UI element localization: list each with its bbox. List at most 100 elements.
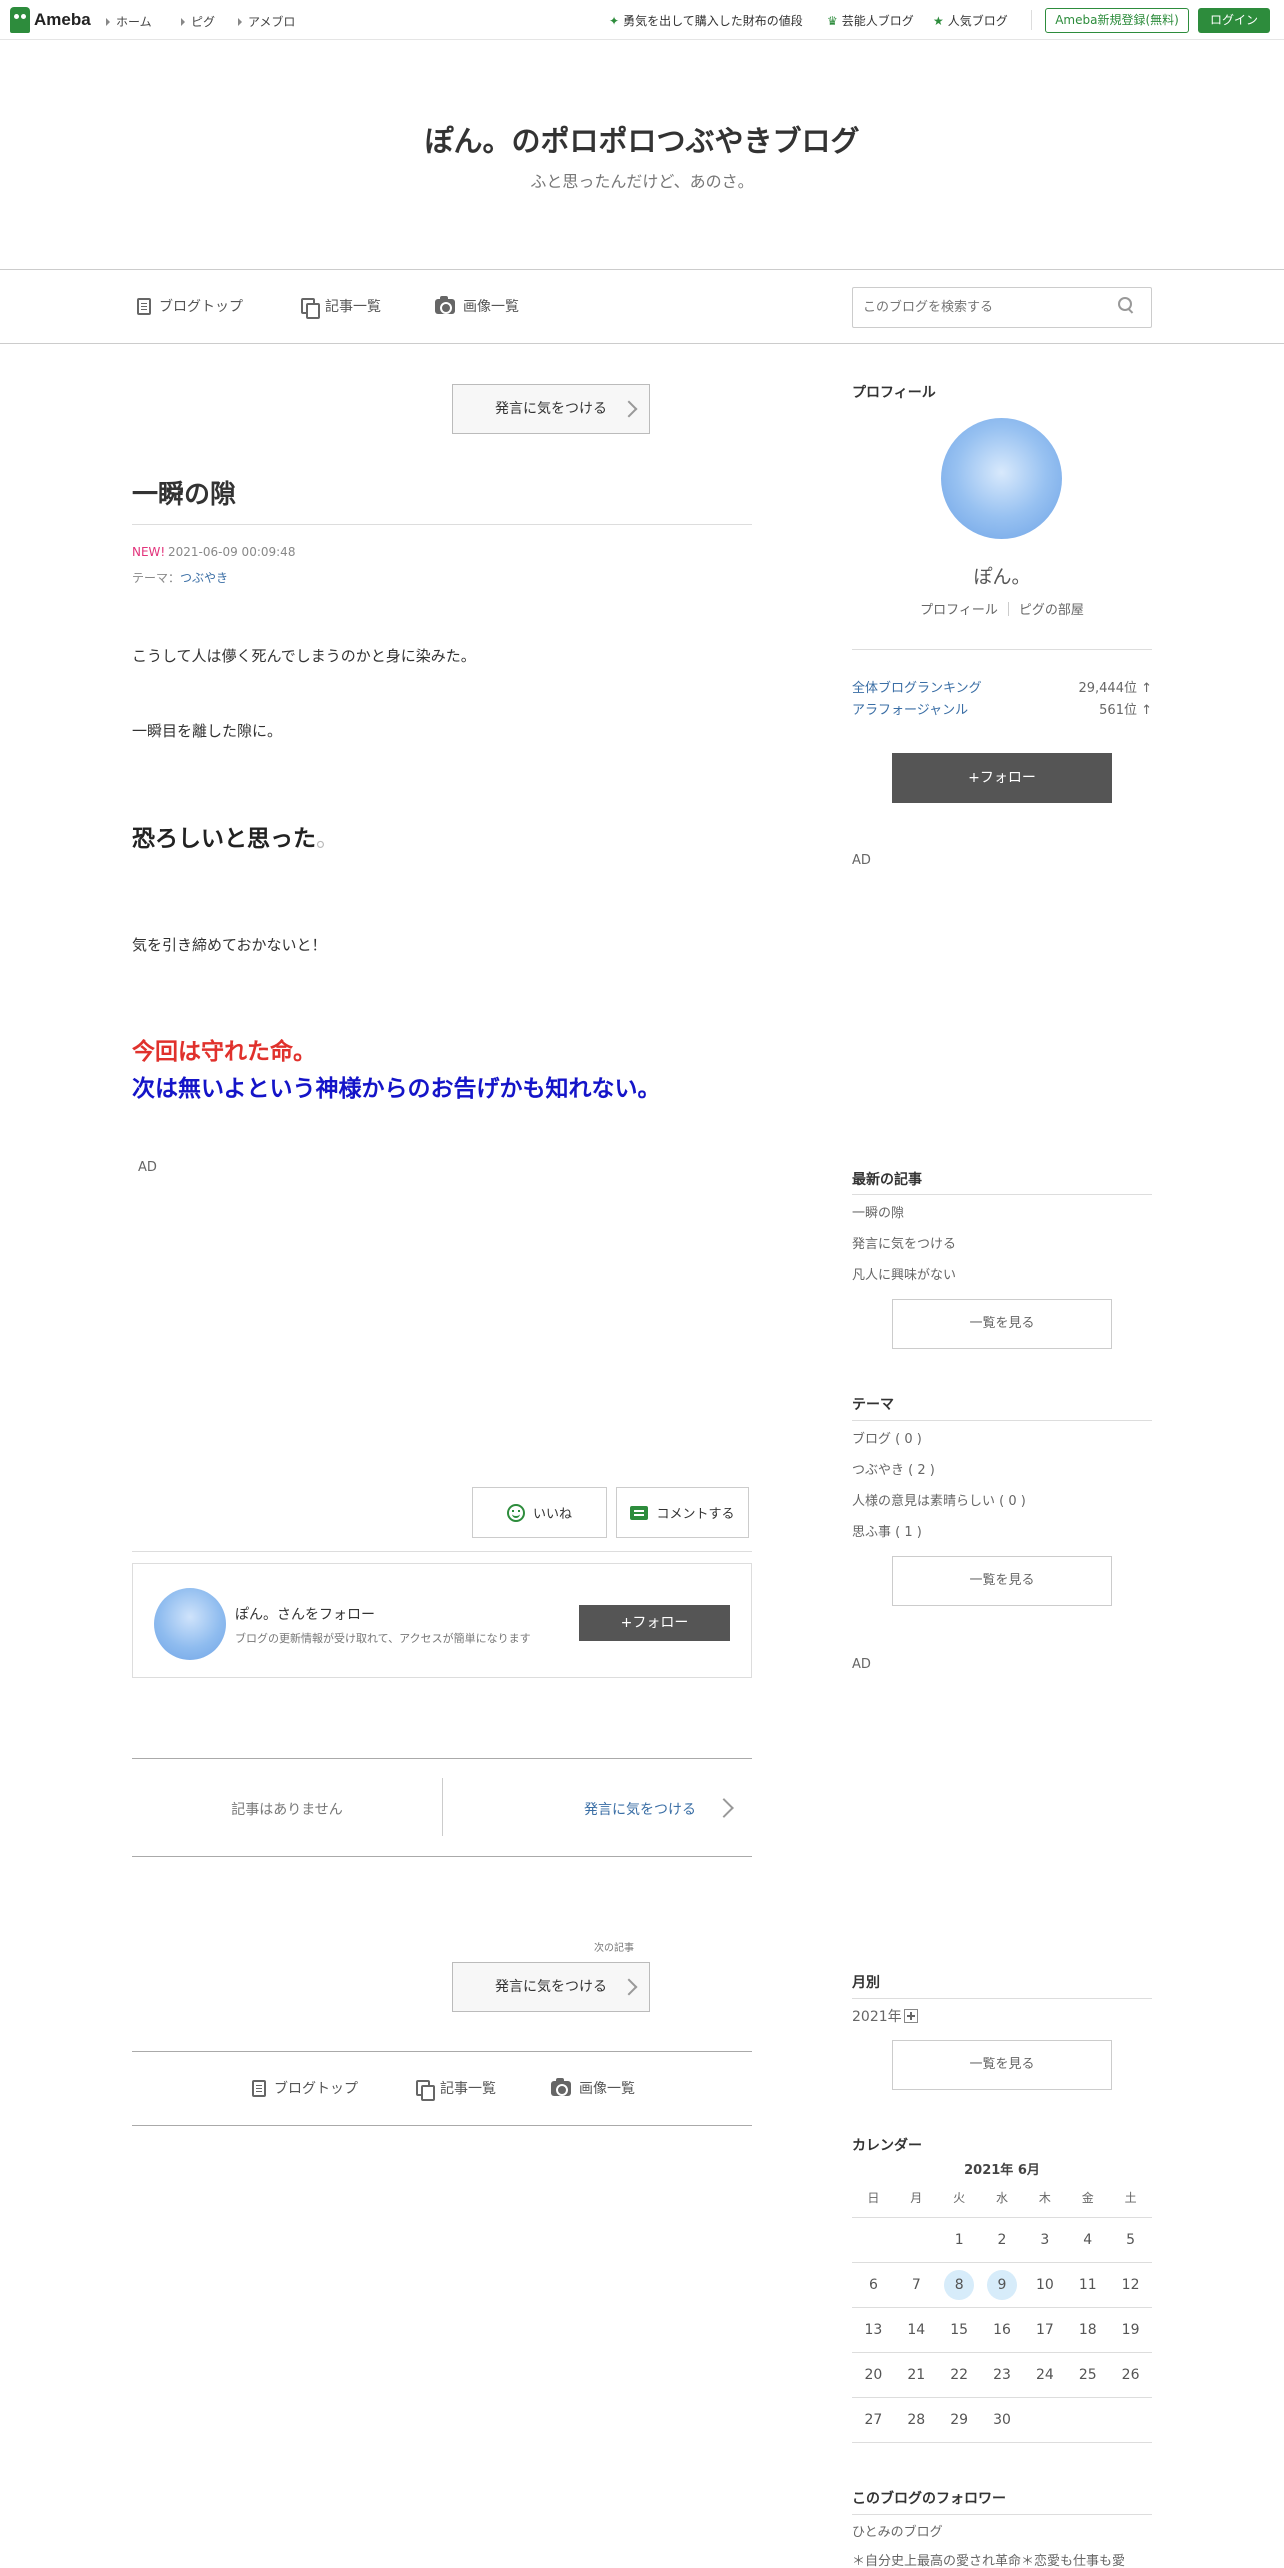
monthly-more-button[interactable]: 一覧を見る <box>892 2040 1112 2090</box>
sidebar-follow-button[interactable]: +フォロー <box>892 753 1112 803</box>
pager-next-link[interactable]: 発言に気をつける <box>584 1799 696 1819</box>
follow-box: ぽん。さんをフォロー ブログの更新情報が受け取れて、アクセスが簡単になります +… <box>132 1563 752 1678</box>
weekday: 水 <box>996 2191 1009 2205</box>
register-button[interactable]: Ameba新規登録(無料) <box>1045 8 1189 33</box>
nav-home[interactable]: ホーム <box>106 13 152 30</box>
calendar-day: 6 <box>868 2277 878 2293</box>
next-entry-button[interactable]: 発言に気をつける <box>452 1962 650 2012</box>
calendar-day: 11 <box>1078 2277 1097 2293</box>
avatar[interactable] <box>154 1588 226 1660</box>
recent-item[interactable]: 発言に気をつける <box>852 1233 956 1252</box>
footer-blog-top-label: ブログトップ <box>274 2081 358 2097</box>
theme-item[interactable]: 人様の意見は素晴らしい ( 0 ) <box>852 1490 1026 1509</box>
ranking-value: 29,444位 ↑ <box>1078 681 1152 696</box>
camera-icon <box>551 2077 571 2096</box>
pager-none: 記事はありません <box>231 1802 343 1818</box>
calendar-day <box>1023 2398 1066 2442</box>
login-button[interactable]: ログイン <box>1198 8 1270 33</box>
ranking-label[interactable]: アラフォージャンル <box>852 703 968 718</box>
profile-name[interactable]: ぽん。 <box>852 562 1152 589</box>
footer-image-list[interactable]: 画像一覧 <box>551 2077 635 2098</box>
theme-item[interactable]: ブログ ( 0 ) <box>852 1428 922 1447</box>
nav-blog-top[interactable]: ブログトップ <box>137 296 243 316</box>
entry-title[interactable]: 一瞬の隙 <box>132 474 236 511</box>
prev-entry-button[interactable]: 発言に気をつける <box>452 384 650 434</box>
weekday: 土 <box>1124 2191 1137 2205</box>
recent-more-button[interactable]: 一覧を見る <box>892 1299 1112 1349</box>
entry-red-text: 今回は守れた命。 <box>132 1039 316 1065</box>
ranking-label[interactable]: 全体ブログランキング <box>852 681 982 696</box>
calendar-day <box>895 2218 938 2262</box>
recent-item[interactable]: 凡人に興味がない <box>852 1264 956 1283</box>
nav-entry-list[interactable]: 記事一覧 <box>301 296 381 319</box>
entry-paragraph: こうして人は儚く死んでしまうのかと身に染みた。 <box>132 647 476 665</box>
calendar-month: 2021年 6月 <box>964 2163 1040 2178</box>
document-icon <box>137 297 151 315</box>
ad-label: AD <box>852 853 871 868</box>
top-bar: Ameba ホーム ピグ アメブロ ✦ 勇気を出して購入した財布の値段 ♛ 芸能人ブ… <box>0 0 1284 40</box>
calendar-day: 14 <box>907 2322 926 2338</box>
follower-item[interactable]: ひとみのブログ <box>852 2521 943 2540</box>
brand-name: Ameba <box>34 10 91 29</box>
monthly-heading: 月別 <box>852 1975 880 1991</box>
promo-celebrity-blog[interactable]: ♛ 芸能人ブログ <box>827 12 914 29</box>
profile-avatar[interactable] <box>941 418 1062 539</box>
nav-blog-top-label: ブログトップ <box>159 299 243 315</box>
ranking-row[interactable]: 全体ブログランキング 29,444位 ↑ <box>852 677 1152 696</box>
footer-entry-list[interactable]: 記事一覧 <box>416 2078 496 2101</box>
recent-item[interactable]: 一瞬の隙 <box>852 1202 904 1221</box>
theme-item[interactable]: つぶやき ( 2 ) <box>852 1459 935 1478</box>
nav-pigg[interactable]: ピグ <box>181 13 215 30</box>
calendar-day-with-entry[interactable]: 8 <box>938 2263 981 2307</box>
footer-blog-top[interactable]: ブログトップ <box>252 2078 358 2098</box>
comment-button[interactable]: コメントする <box>616 1487 749 1538</box>
pig-room-link[interactable]: ピグの部屋 <box>1019 603 1084 618</box>
monthly-year[interactable]: 2021年 <box>852 2006 918 2026</box>
ad-label: AD <box>852 1657 871 1672</box>
ameba-logo-icon <box>10 7 30 33</box>
crown-icon: ♛ <box>827 14 838 28</box>
calendar-day: 10 <box>1035 2277 1054 2293</box>
emphasis-period: 。 <box>316 826 339 852</box>
nav-ameblo[interactable]: アメブロ <box>238 13 295 30</box>
calendar-day: 21 <box>907 2367 926 2383</box>
divider <box>852 649 1152 650</box>
nav-image-list[interactable]: 画像一覧 <box>435 295 519 316</box>
entries-icon <box>301 297 320 319</box>
calendar-day: 7 <box>911 2277 921 2293</box>
profile-link[interactable]: プロフィール <box>920 603 998 618</box>
like-button[interactable]: いいね <box>472 1487 607 1538</box>
theme-link[interactable]: つぶやき <box>180 571 228 585</box>
promo-wallet[interactable]: ✦ 勇気を出して購入した財布の値段 <box>609 12 803 29</box>
expand-icon[interactable] <box>903 2009 918 2023</box>
theme-item[interactable]: 思ふ事 ( 1 ) <box>852 1521 922 1540</box>
calendar-day: 19 <box>1121 2322 1140 2338</box>
ranking-row[interactable]: アラフォージャンル 561位 ↑ <box>852 699 1152 718</box>
blog-search-input[interactable] <box>852 287 1152 328</box>
follower-item[interactable]: ＊自分史上最高の愛され革命＊恋愛も仕事も愛 <box>852 2550 1125 2568</box>
weekday: 日 <box>867 2191 880 2205</box>
calendar-day-with-entry[interactable]: 9 <box>981 2263 1024 2307</box>
calendar-day <box>1109 2398 1152 2442</box>
calendar-week: 13 14 15 16 17 18 19 <box>852 2308 1152 2353</box>
search-icon[interactable] <box>1118 297 1134 313</box>
nav-home-label: ホーム <box>116 15 152 29</box>
calendar-day: 3 <box>1040 2232 1050 2248</box>
theme-more-button[interactable]: 一覧を見る <box>892 1556 1112 1606</box>
calendar-day: 24 <box>1035 2367 1054 2383</box>
blog-title[interactable]: ぽん。のポロポロつぶやきブログ <box>0 118 1284 160</box>
blog-nav: ブログトップ 記事一覧 画像一覧 <box>0 269 1284 344</box>
entry-paragraph: 一瞬目を離した隙に。 <box>132 722 283 740</box>
calendar-day: 27 <box>864 2412 883 2428</box>
weekday: 木 <box>1038 2191 1051 2205</box>
arrow-icon <box>106 18 110 26</box>
sparkle-icon: ✦ <box>609 14 620 28</box>
ameba-logo[interactable]: Ameba <box>10 6 91 34</box>
promo-popular-blog[interactable]: ★ 人気ブログ <box>933 12 1008 29</box>
calendar-day: 28 <box>907 2412 926 2428</box>
document-icon <box>252 2079 266 2097</box>
chevron-right-icon[interactable] <box>714 1798 734 1818</box>
theme-prefix: テーマ： <box>132 571 181 585</box>
nav-ameblo-label: アメブロ <box>248 15 296 29</box>
follow-button[interactable]: +フォロー <box>579 1605 730 1641</box>
